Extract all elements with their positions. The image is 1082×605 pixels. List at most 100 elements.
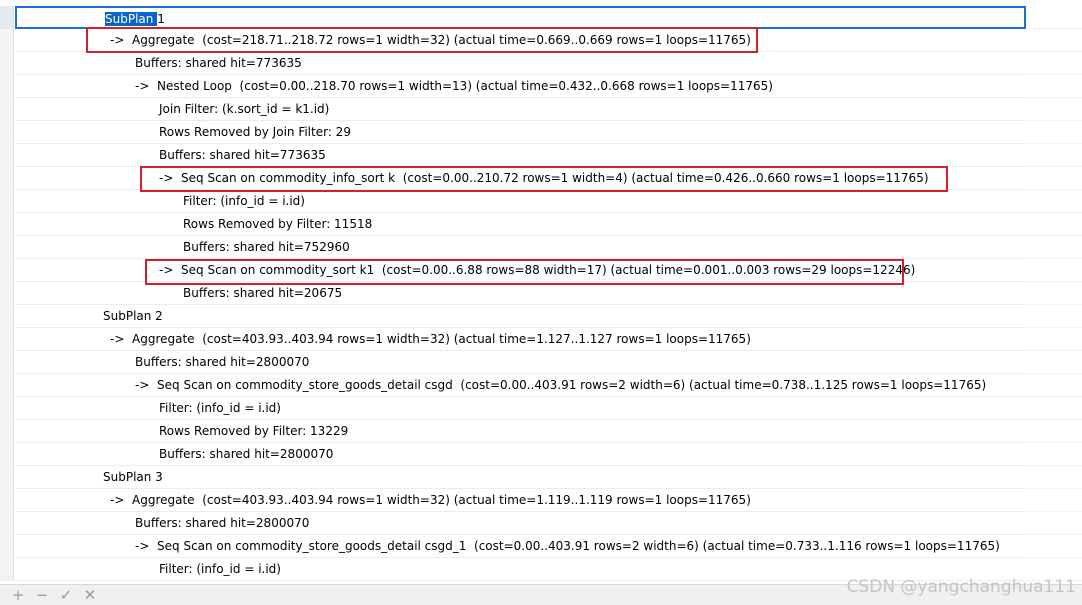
query-plan-text: Buffers: shared hit=752960	[183, 240, 350, 255]
plan-text-segment: -> Aggregate (cost=218.71..218.72 rows=1…	[110, 33, 751, 47]
plan-row[interactable]: Buffers: shared hit=773635	[0, 52, 1082, 75]
grid-empty-area	[1026, 144, 1082, 167]
plan-row[interactable]: SubPlan 1	[0, 6, 1082, 29]
row-header[interactable]	[0, 144, 14, 167]
plan-row[interactable]: -> Seq Scan on commodity_store_goods_det…	[0, 535, 1082, 558]
query-plan-cell[interactable]: Rows Removed by Filter: 13229	[15, 420, 1026, 443]
grid-empty-area	[1026, 167, 1082, 190]
plan-row[interactable]: -> Aggregate (cost=403.93..403.94 rows=1…	[0, 489, 1082, 512]
plan-row[interactable]: Filter: (info_id = i.id)	[0, 397, 1082, 420]
query-plan-cell[interactable]: SubPlan 1	[15, 6, 1026, 29]
query-plan-cell[interactable]: Buffers: shared hit=773635	[15, 144, 1026, 167]
delete-row-button[interactable]: −	[31, 586, 53, 604]
query-plan-cell[interactable]: -> Aggregate (cost=403.93..403.94 rows=1…	[15, 489, 1026, 512]
row-header[interactable]	[0, 236, 14, 259]
apply-changes-button[interactable]: ✓	[55, 586, 77, 604]
query-plan-cell[interactable]: -> Nested Loop (cost=0.00..218.70 rows=1…	[15, 75, 1026, 98]
query-plan-results-grid[interactable]: SubPlan 1 -> Aggregate (cost=218.71..218.…	[0, 6, 1082, 584]
discard-changes-button[interactable]: ✕	[79, 586, 101, 604]
plan-row[interactable]: -> Nested Loop (cost=0.00..218.70 rows=1…	[0, 75, 1082, 98]
plan-row[interactable]: Buffers: shared hit=2800070	[0, 351, 1082, 374]
plan-text-segment: Buffers: shared hit=773635	[159, 148, 326, 162]
grid-empty-area	[1026, 397, 1082, 420]
row-header[interactable]	[0, 29, 14, 52]
row-header[interactable]	[0, 282, 14, 305]
plan-row[interactable]: Rows Removed by Join Filter: 29	[0, 121, 1082, 144]
row-header[interactable]	[0, 305, 14, 328]
plan-row[interactable]: Buffers: shared hit=20675	[0, 282, 1082, 305]
row-header[interactable]	[0, 443, 14, 466]
plan-text-segment: Rows Removed by Filter: 13229	[159, 424, 349, 438]
grid-empty-area	[1026, 489, 1082, 512]
grid-empty-area	[1026, 213, 1082, 236]
grid-empty-area	[1026, 466, 1082, 489]
row-header[interactable]	[0, 351, 14, 374]
plan-row[interactable]: Rows Removed by Filter: 11518	[0, 213, 1082, 236]
row-header[interactable]	[0, 466, 14, 489]
plan-row[interactable]: SubPlan 2	[0, 305, 1082, 328]
plan-row[interactable]: SubPlan 3	[0, 466, 1082, 489]
plan-row[interactable]: Rows Removed by Filter: 13229	[0, 420, 1082, 443]
query-plan-cell[interactable]: -> Seq Scan on commodity_store_goods_det…	[15, 535, 1026, 558]
query-plan-cell[interactable]: Rows Removed by Join Filter: 29	[15, 121, 1026, 144]
add-row-button[interactable]: +	[7, 586, 29, 604]
plan-row[interactable]: -> Aggregate (cost=218.71..218.72 rows=1…	[0, 29, 1082, 52]
query-plan-cell[interactable]: Buffers: shared hit=2800070	[15, 512, 1026, 535]
row-header[interactable]	[0, 535, 14, 558]
row-header[interactable]	[0, 190, 14, 213]
row-header[interactable]	[0, 6, 14, 29]
query-plan-cell[interactable]: Buffers: shared hit=2800070	[15, 443, 1026, 466]
row-header[interactable]	[0, 558, 14, 581]
row-header[interactable]	[0, 75, 14, 98]
query-plan-cell[interactable]: Join Filter: (k.sort_id = k1.id)	[15, 98, 1026, 121]
plan-row[interactable]: Join Filter: (k.sort_id = k1.id)	[0, 98, 1082, 121]
query-plan-cell[interactable]: -> Aggregate (cost=403.93..403.94 rows=1…	[15, 328, 1026, 351]
plan-text-segment: -> Nested Loop (cost=0.00..218.70 rows=1…	[135, 79, 773, 93]
query-plan-cell[interactable]: Rows Removed by Filter: 11518	[15, 213, 1026, 236]
query-plan-cell[interactable]: SubPlan 2	[15, 305, 1026, 328]
query-plan-cell[interactable]: -> Aggregate (cost=218.71..218.72 rows=1…	[15, 29, 1026, 52]
row-header[interactable]	[0, 397, 14, 420]
row-header[interactable]	[0, 52, 14, 75]
query-plan-text: Filter: (info_id = i.id)	[183, 194, 305, 209]
row-header[interactable]	[0, 259, 14, 282]
query-plan-text: Buffers: shared hit=2800070	[135, 355, 309, 370]
query-plan-cell[interactable]: Buffers: shared hit=20675	[15, 282, 1026, 305]
query-plan-cell[interactable]: Buffers: shared hit=752960	[15, 236, 1026, 259]
grid-empty-area	[1026, 420, 1082, 443]
plan-row[interactable]: Buffers: shared hit=773635	[0, 144, 1082, 167]
query-plan-cell[interactable]: Filter: (info_id = i.id)	[15, 397, 1026, 420]
plan-row[interactable]: Filter: (info_id = i.id)	[0, 190, 1082, 213]
plan-text-segment: -> Aggregate (cost=403.93..403.94 rows=1…	[110, 332, 751, 346]
row-header[interactable]	[0, 98, 14, 121]
plan-text-segment: 1	[157, 12, 165, 26]
plan-row[interactable]: Buffers: shared hit=752960	[0, 236, 1082, 259]
row-header[interactable]	[0, 374, 14, 397]
row-header[interactable]	[0, 512, 14, 535]
query-plan-cell[interactable]: Filter: (info_id = i.id)	[15, 190, 1026, 213]
plan-row[interactable]: -> Aggregate (cost=403.93..403.94 rows=1…	[0, 328, 1082, 351]
query-plan-cell[interactable]: SubPlan 3	[15, 466, 1026, 489]
query-plan-text: Buffers: shared hit=2800070	[159, 447, 333, 462]
query-plan-cell[interactable]: -> Seq Scan on commodity_store_goods_det…	[15, 374, 1026, 397]
plan-row[interactable]: -> Seq Scan on commodity_sort k1 (cost=0…	[0, 259, 1082, 282]
plan-text-segment: Rows Removed by Join Filter: 29	[159, 125, 351, 139]
row-header[interactable]	[0, 121, 14, 144]
row-header[interactable]	[0, 167, 14, 190]
plan-text-segment: Buffers: shared hit=773635	[135, 56, 302, 70]
row-header[interactable]	[0, 420, 14, 443]
query-plan-cell[interactable]: -> Seq Scan on commodity_sort k1 (cost=0…	[15, 259, 1026, 282]
plan-row[interactable]: -> Seq Scan on commodity_info_sort k (co…	[0, 167, 1082, 190]
query-plan-cell[interactable]: Buffers: shared hit=2800070	[15, 351, 1026, 374]
row-header[interactable]	[0, 328, 14, 351]
grid-empty-area	[1026, 236, 1082, 259]
query-plan-text: Filter: (info_id = i.id)	[159, 562, 281, 577]
query-plan-cell[interactable]: -> Seq Scan on commodity_info_sort k (co…	[15, 167, 1026, 190]
grid-empty-area	[1026, 282, 1082, 305]
plan-row[interactable]: Buffers: shared hit=2800070	[0, 443, 1082, 466]
row-header[interactable]	[0, 213, 14, 236]
row-header[interactable]	[0, 489, 14, 512]
plan-row[interactable]: -> Seq Scan on commodity_store_goods_det…	[0, 374, 1082, 397]
query-plan-cell[interactable]: Buffers: shared hit=773635	[15, 52, 1026, 75]
plan-row[interactable]: Buffers: shared hit=2800070	[0, 512, 1082, 535]
